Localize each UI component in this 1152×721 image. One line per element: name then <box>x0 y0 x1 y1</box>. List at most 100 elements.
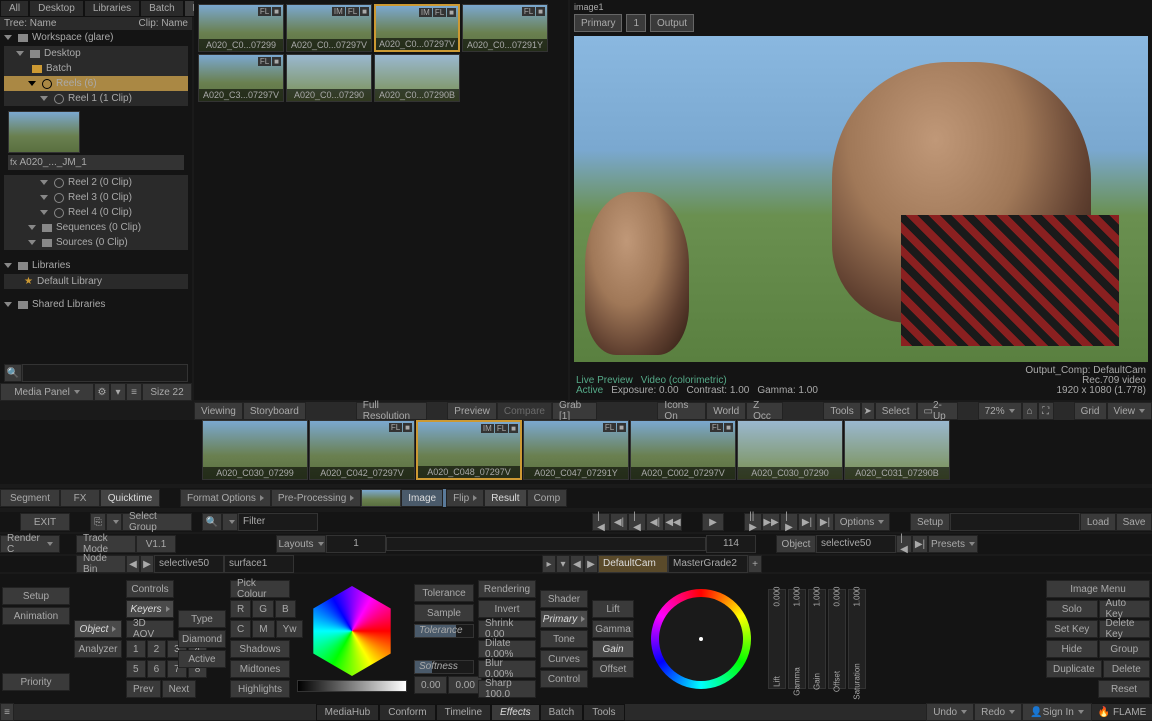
type-btn[interactable]: Type <box>178 610 226 628</box>
dilate-btn[interactable]: Dilate 0.00% <box>478 640 536 658</box>
transport-rewind-icon[interactable]: ◀◀ <box>664 513 682 531</box>
diamond-btn[interactable]: Diamond <box>178 630 226 648</box>
shadows-btn[interactable]: Shadows <box>230 640 290 658</box>
mini-thumb[interactable] <box>361 489 401 507</box>
vslider-gamma[interactable]: 1.000Gamma <box>788 589 806 689</box>
softness-slider[interactable]: Softness <box>414 660 474 674</box>
control-btn[interactable]: Control <box>540 670 588 688</box>
surface-field[interactable]: surface1 <box>224 555 294 573</box>
grid-btn[interactable]: Grid <box>1074 402 1107 420</box>
blur-btn[interactable]: Blur 0.00% <box>478 660 536 678</box>
midtones-btn[interactable]: Midtones <box>230 660 290 678</box>
menu-icon[interactable]: ≡ <box>0 703 14 721</box>
gear-icon[interactable]: ⚙ <box>94 383 110 401</box>
search-input[interactable] <box>22 364 188 382</box>
prev-icon[interactable]: ◀ <box>570 555 584 573</box>
autokey-btn[interactable]: Auto Key <box>1099 600 1151 618</box>
transport-prev-icon[interactable]: |◀ <box>628 513 646 531</box>
primary-btn[interactable]: Primary <box>540 610 588 628</box>
tab-all[interactable]: All <box>0 0 29 17</box>
grid-thumb[interactable]: A020_C0...07290 <box>286 54 372 102</box>
transport-next-icon[interactable]: ▶| <box>798 513 816 531</box>
undo-dropdown[interactable]: Undo <box>926 703 974 721</box>
next-icon[interactable]: ▶ <box>584 555 598 573</box>
tree-reel4[interactable]: Reel 4 (0 Clip) <box>4 205 188 220</box>
expand-icon[interactable]: ⛶ <box>1038 402 1054 420</box>
clip-thumb[interactable] <box>8 111 80 153</box>
chevron-icon[interactable] <box>106 513 122 531</box>
story-thumb[interactable]: FL■A020_C002_07297V <box>630 420 736 480</box>
next-btn[interactable]: Next <box>162 680 197 698</box>
story-thumb[interactable]: A020_C031_07290B <box>844 420 950 480</box>
zero-a[interactable]: 0.00 <box>414 676 447 694</box>
vslider-gain[interactable]: 1.000Gain <box>808 589 826 689</box>
frame-a-input[interactable]: 1 <box>326 535 386 553</box>
cursor-icon[interactable]: ➤ <box>861 402 875 420</box>
world-btn[interactable]: World <box>706 402 746 420</box>
list-icon[interactable]: ≡ <box>126 383 142 401</box>
frame-b-input[interactable]: 114 <box>706 535 756 553</box>
tree-reel1[interactable]: Reel 1 (1 Clip) <box>4 91 188 106</box>
tone-btn[interactable]: Tone <box>540 630 588 648</box>
selective-input[interactable]: selective50 <box>816 535 896 553</box>
viewer-tab-output[interactable]: Output <box>650 14 694 32</box>
tree-reel3[interactable]: Reel 3 (0 Clip) <box>4 190 188 205</box>
tree-reel2[interactable]: Reel 2 (0 Clip) <box>4 175 188 190</box>
g-btn[interactable]: G <box>252 600 274 618</box>
fullres-btn[interactable]: Full Resolution <box>356 402 428 420</box>
gain-btn[interactable]: Gain <box>592 640 634 658</box>
select-btn[interactable]: Select <box>875 402 917 420</box>
mastergrade-field[interactable]: MasterGrade2 <box>668 555 748 573</box>
analyzer-btn[interactable]: Analyzer <box>74 640 122 658</box>
conform-tab[interactable]: Conform <box>379 704 435 721</box>
icon[interactable]: ▸ <box>542 555 556 573</box>
lift-btn[interactable]: Lift <box>592 600 634 618</box>
setup-btn[interactable]: Setup <box>2 587 70 605</box>
save-btn[interactable]: Save <box>1116 513 1152 531</box>
tree-reels[interactable]: Reels (6) <box>4 76 188 91</box>
pickcolour-btn[interactable]: Pick Colour <box>230 580 290 598</box>
color-hexagon[interactable] <box>307 586 397 676</box>
search-icon[interactable]: 🔍 <box>202 513 222 531</box>
sharp-btn[interactable]: Sharp 100.0 <box>478 680 536 698</box>
tree-default-lib[interactable]: ★Default Library <box>4 274 188 289</box>
object-btn[interactable]: Object <box>74 620 122 638</box>
size-field[interactable]: Size 22 <box>142 383 192 401</box>
redo-dropdown[interactable]: Redo <box>974 703 1022 721</box>
search-icon[interactable]: 🔍 <box>4 364 22 382</box>
tree-libraries[interactable]: Libraries <box>0 258 192 273</box>
tree-batch[interactable]: Batch <box>4 61 188 76</box>
trackmode-btn[interactable]: Track Mode <box>76 535 136 553</box>
next-icon[interactable]: ▶| <box>912 535 928 553</box>
tab-libraries[interactable]: Libraries <box>84 0 140 17</box>
object-btn[interactable]: Object <box>776 535 816 553</box>
image-tab[interactable]: Image <box>401 489 443 507</box>
nodebin-btn[interactable]: Node Bin <box>76 555 126 573</box>
tree-sequences[interactable]: Sequences (0 Clip) <box>4 220 188 235</box>
setup-input[interactable] <box>950 513 1080 531</box>
transport-step-fwd-icon[interactable]: |▶ <box>780 513 798 531</box>
color-wheel[interactable] <box>651 589 751 689</box>
selective-field[interactable]: selective50 <box>154 555 224 573</box>
view-dropdown[interactable]: View <box>1107 402 1152 420</box>
batch-tab[interactable]: Batch <box>540 704 584 721</box>
viewing-btn[interactable]: Viewing <box>194 402 243 420</box>
vslider-lift[interactable]: 0.000Lift <box>768 589 786 689</box>
viewer-canvas[interactable] <box>574 36 1148 362</box>
tree-desktop[interactable]: Desktop <box>4 46 188 61</box>
presets-dropdown[interactable]: Presets <box>928 535 978 553</box>
highlights-btn[interactable]: Highlights <box>230 680 290 698</box>
tolerance-btn[interactable]: Tolerance <box>414 584 474 602</box>
story-thumb[interactable]: FL■A020_C047_07291Y <box>523 420 629 480</box>
icons-btn[interactable]: Icons On <box>657 402 706 420</box>
prev-icon[interactable]: ◀ <box>126 555 140 573</box>
duplicate-btn[interactable]: Duplicate <box>1046 660 1102 678</box>
offset-btn[interactable]: Offset <box>592 660 634 678</box>
viewer-tab-1[interactable]: 1 <box>626 14 646 32</box>
filter-input[interactable]: Filter <box>238 513 318 531</box>
reset-btn[interactable]: Reset <box>1098 680 1150 698</box>
mediahub-tab[interactable]: MediaHub <box>316 704 380 721</box>
transport-last-icon[interactable]: ▶| <box>816 513 834 531</box>
play-icon[interactable]: ▶ <box>702 513 724 531</box>
storyboard-btn[interactable]: Storyboard <box>243 402 306 420</box>
